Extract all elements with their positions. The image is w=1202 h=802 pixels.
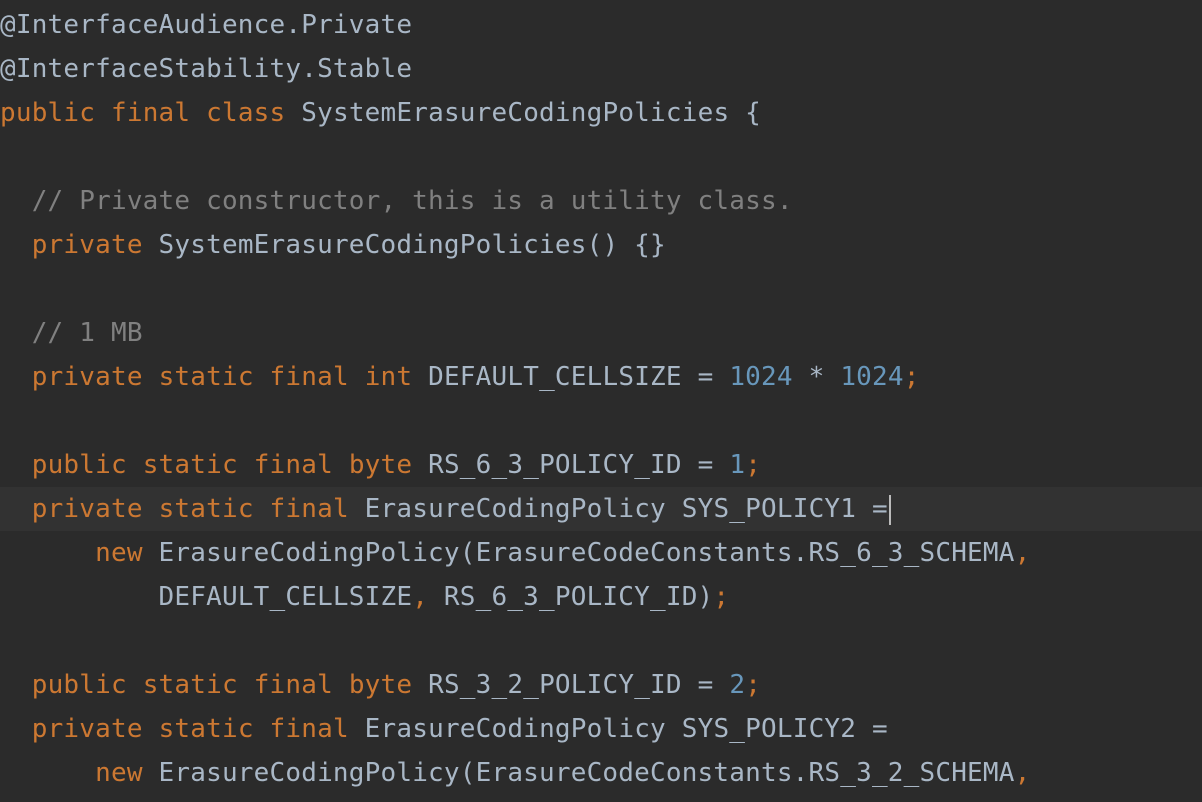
code-token-pun: , (412, 582, 429, 612)
code-line[interactable] (0, 135, 1202, 179)
code-token-num: 1 (729, 450, 746, 480)
code-token-id (0, 758, 95, 788)
code-token-kw: final (269, 494, 349, 524)
code-token-id (254, 714, 270, 744)
code-token-kw: public (31, 670, 127, 700)
code-token-annid: @InterfaceStability.Stable (0, 54, 413, 84)
code-token-id: ErasureCodingPolicy SYS_POLICY1 = (348, 494, 888, 524)
code-token-pun: , (1014, 538, 1031, 568)
code-token-id (254, 494, 270, 524)
code-token-kw: byte (348, 450, 413, 480)
code-token-id (190, 98, 206, 128)
code-token-id: ErasureCodingPolicy SYS_POLICY2 = (348, 714, 888, 744)
code-token-kw: int (364, 362, 413, 392)
code-token-id (333, 670, 349, 700)
code-token-kw: static (158, 714, 254, 744)
code-token-pun: ; (713, 582, 730, 612)
code-token-kw: public (31, 450, 127, 480)
code-token-kw: final (253, 450, 333, 480)
code-token-kw: new (95, 538, 143, 568)
code-line[interactable]: // 1 MB (0, 311, 1202, 355)
code-line[interactable]: private static final int DEFAULT_CELLSIZ… (0, 355, 1202, 399)
code-token-id (143, 362, 159, 392)
code-token-id (0, 714, 32, 744)
code-token-kw: static (158, 494, 254, 524)
code-token-id: ErasureCodingPolicy(ErasureCodeConstants… (142, 538, 1015, 568)
code-token-id (0, 450, 32, 480)
code-token-pun: , (1014, 758, 1031, 788)
code-token-kw: final (269, 714, 349, 744)
code-token-num: 2 (729, 670, 746, 700)
code-token-annid: @InterfaceAudience.Private (0, 10, 413, 40)
code-token-pun: ; (903, 362, 920, 392)
text-caret (888, 494, 891, 525)
code-token-kw: byte (348, 670, 413, 700)
code-token-kw: private (31, 494, 143, 524)
code-token-id (238, 670, 254, 700)
code-token-cmt: // 1 MB (0, 318, 143, 348)
code-token-cmt: // Private constructor, this is a utilit… (0, 186, 793, 216)
code-token-num: 1024 (729, 362, 793, 392)
code-token-kw: final (269, 362, 349, 392)
code-token-kw: static (158, 362, 254, 392)
code-token-kw: new (95, 758, 143, 788)
code-line[interactable]: DEFAULT_CELLSIZE, RS_6_3_POLICY_ID); (0, 575, 1202, 619)
code-token-id: DEFAULT_CELLSIZE (0, 582, 413, 612)
code-token-id (143, 494, 159, 524)
code-line[interactable]: @InterfaceAudience.Private (0, 3, 1202, 47)
code-line[interactable]: @InterfaceStability.Stable (0, 47, 1202, 91)
code-token-kw: class (206, 98, 286, 128)
code-token-id (127, 450, 143, 480)
code-token-id (0, 230, 32, 260)
code-token-kw: private (31, 362, 143, 392)
code-token-kw: private (31, 230, 143, 260)
code-token-id (0, 538, 95, 568)
code-line[interactable] (0, 267, 1202, 311)
code-line[interactable] (0, 399, 1202, 443)
code-token-id: SystemErasureCodingPolicies() {} (142, 230, 666, 260)
code-line[interactable]: private SystemErasureCodingPolicies() {} (0, 223, 1202, 267)
code-line[interactable]: public static final byte RS_3_2_POLICY_I… (0, 663, 1202, 707)
code-token-pun: ; (745, 450, 762, 480)
code-token-id: RS_6_3_POLICY_ID = (412, 450, 730, 480)
code-line[interactable]: new ErasureCodingPolicy(ErasureCodeConst… (0, 531, 1202, 575)
code-line[interactable] (0, 619, 1202, 663)
code-token-kw: private (31, 714, 143, 744)
code-token-id: SystemErasureCodingPolicies { (285, 98, 762, 128)
code-token-kw: final (110, 98, 191, 128)
code-token-id (127, 670, 143, 700)
code-token-id: * (792, 362, 841, 392)
code-line[interactable]: public final class SystemErasureCodingPo… (0, 91, 1202, 135)
code-line[interactable]: // Private constructor, this is a utilit… (0, 179, 1202, 223)
code-editor[interactable]: @InterfaceAudience.Private @InterfaceStab… (0, 0, 1202, 802)
code-token-id (238, 450, 254, 480)
code-token-id (0, 670, 32, 700)
code-token-id (0, 494, 32, 524)
code-line[interactable]: public static final byte RS_6_3_POLICY_I… (0, 443, 1202, 487)
code-token-id (143, 714, 159, 744)
code-token-id (95, 98, 111, 128)
code-token-id: DEFAULT_CELLSIZE = (412, 362, 730, 392)
code-token-id: RS_6_3_POLICY_ID) (428, 582, 714, 612)
code-token-kw: final (253, 670, 333, 700)
code-token-pun: ; (745, 670, 762, 700)
code-token-num: 1024 (840, 362, 904, 392)
code-token-id: RS_3_2_POLICY_ID = (412, 670, 730, 700)
code-line[interactable]: new ErasureCodingPolicy(ErasureCodeConst… (0, 751, 1202, 795)
code-token-kw: static (142, 450, 238, 480)
code-token-kw: static (142, 670, 238, 700)
code-token-id (0, 362, 32, 392)
code-token-id: ErasureCodingPolicy(ErasureCodeConstants… (142, 758, 1015, 788)
code-token-id (254, 362, 270, 392)
code-token-id (333, 450, 349, 480)
code-line[interactable]: private static final ErasureCodingPolicy… (0, 707, 1202, 751)
code-token-id (349, 362, 365, 392)
code-token-kw: public (0, 98, 96, 128)
code-line-current[interactable]: private static final ErasureCodingPolicy… (0, 487, 1202, 531)
